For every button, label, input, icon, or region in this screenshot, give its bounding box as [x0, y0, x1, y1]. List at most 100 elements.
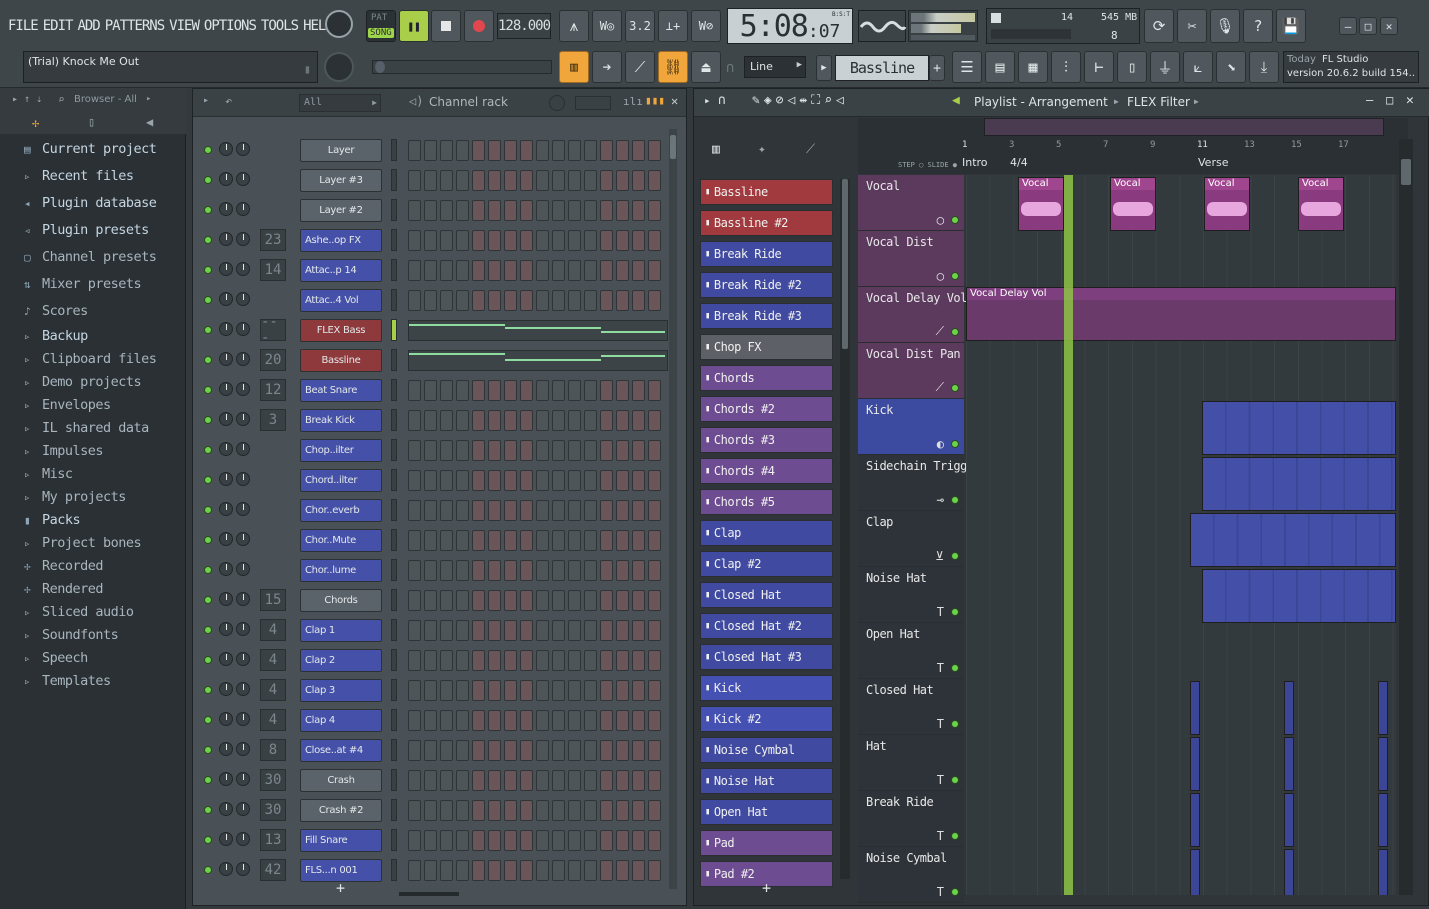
master-pitch-knob[interactable] — [324, 52, 354, 82]
close-icon[interactable]: ✕ — [1406, 93, 1414, 108]
step-buttons[interactable] — [408, 770, 668, 791]
channel-select[interactable] — [391, 649, 397, 671]
pattern-item[interactable]: ▮ Closed Hat — [700, 582, 833, 608]
browser-item[interactable]: ▹ IL shared data — [20, 417, 149, 439]
track-header[interactable]: Kick ◐ — [858, 399, 964, 455]
download-button[interactable]: ⬊ — [1216, 51, 1246, 83]
channel-select[interactable] — [391, 349, 397, 371]
pattern-clip[interactable] — [1202, 569, 1396, 623]
step-buttons[interactable] — [408, 290, 668, 311]
plugin-picker-button[interactable]: ⏚ — [1150, 51, 1180, 83]
volume-knob[interactable] — [236, 862, 250, 876]
pattern-item[interactable]: ▮ Bassline #2 — [700, 210, 833, 236]
channel-name-button[interactable]: Attac..p 14 — [300, 259, 382, 282]
pan-knob[interactable] — [219, 712, 233, 726]
track-header[interactable]: Vocal Delay Vol ⟋ — [858, 287, 967, 343]
browser-item[interactable]: ▹ Templates — [20, 670, 111, 692]
pat-song-switch[interactable]: PAT SONG — [366, 10, 396, 42]
mixer-track-number[interactable]: 30 — [260, 769, 286, 791]
minimize-button[interactable]: – — [1339, 17, 1357, 35]
browser-item[interactable]: ▮ Packs — [20, 509, 81, 531]
channel-select[interactable] — [391, 409, 397, 431]
track-mute-led[interactable] — [951, 384, 959, 392]
channel-mute-led[interactable] — [204, 806, 212, 814]
browser-item[interactable]: ▹ Speech — [20, 647, 88, 669]
channel-select[interactable] — [391, 139, 397, 161]
pattern-item[interactable]: ▮ Pad — [700, 830, 833, 856]
channel-name-button[interactable]: Clap 2 — [300, 649, 382, 672]
channel-name-button[interactable]: Clap 1 — [300, 619, 382, 642]
swing-knob[interactable] — [549, 95, 565, 111]
mixer-track-number[interactable]: 30 — [260, 799, 286, 821]
time-marker[interactable]: 4/4 — [1010, 156, 1028, 169]
cut-button[interactable]: ✂ — [1177, 9, 1207, 43]
automation-clip[interactable]: Vocal Delay Vol — [966, 287, 1396, 341]
rack-menu-icon[interactable]: ▸ — [203, 95, 209, 106]
pan-knob[interactable] — [219, 172, 233, 186]
view-pianoroll-button[interactable]: ▤ — [985, 51, 1015, 83]
step-buttons[interactable] — [408, 830, 668, 851]
headphones-icon[interactable]: ∩ — [718, 93, 726, 108]
channel-mute-led[interactable] — [204, 536, 212, 544]
pan-knob[interactable] — [219, 532, 233, 546]
pan-knob[interactable] — [219, 472, 233, 486]
browser-item[interactable]: ▹ Recent files — [20, 165, 134, 187]
pattern-clip[interactable] — [1378, 737, 1388, 791]
mixer-track-number[interactable] — [260, 139, 286, 161]
loop-recording-button[interactable]: W⊘ — [691, 10, 721, 42]
mixer-track-number[interactable]: 4 — [260, 679, 286, 701]
pattern-item[interactable]: ▮ Clap — [700, 520, 833, 546]
track-header[interactable]: Break Ride T — [858, 791, 964, 847]
ruler[interactable]: 1 3 5 7 9 11 13 15 17 Intro 4/4 Verse — [962, 140, 1390, 172]
channel-mute-led[interactable] — [204, 656, 212, 664]
pan-knob[interactable] — [219, 202, 233, 216]
touch-keyboard-button[interactable]: ⟀ — [1183, 51, 1213, 83]
channel-name-button[interactable]: Break Kick — [300, 409, 382, 432]
track-header[interactable]: Noise Cymbal T — [858, 847, 964, 903]
channel-name-button[interactable]: Chor..lume — [300, 559, 382, 582]
volume-knob[interactable] — [236, 442, 250, 456]
channel-mute-led[interactable] — [204, 236, 212, 244]
track-mute-led[interactable] — [951, 440, 959, 448]
automation-icon[interactable]: ⟋ — [806, 142, 815, 157]
tool-icons[interactable]: ✎◈⊘◁⇹⛶⌕◁ — [752, 93, 848, 108]
pan-knob[interactable] — [219, 742, 233, 756]
channel-select[interactable] — [391, 379, 397, 401]
channel-name-button[interactable]: Chor..Mute — [300, 529, 382, 552]
mixer-track-number[interactable]: 12 — [260, 379, 286, 401]
link-button[interactable]: ⛓ — [658, 51, 688, 83]
track-header[interactable]: Closed Hat T — [858, 679, 964, 735]
channel-name-button[interactable]: Clap 4 — [300, 709, 382, 732]
channel-mute-led[interactable] — [204, 686, 212, 694]
channel-name-button[interactable]: Fill Snare — [300, 829, 382, 852]
pan-knob[interactable] — [219, 292, 233, 306]
volume-knob[interactable] — [236, 712, 250, 726]
master-slider[interactable] — [372, 60, 552, 74]
browser-item[interactable]: ▹ My projects — [20, 486, 126, 508]
mixer-track-number[interactable] — [260, 559, 286, 581]
volume-knob[interactable] — [236, 502, 250, 516]
mixer-track-number[interactable]: 20 — [260, 349, 286, 371]
pan-knob[interactable] — [219, 682, 233, 696]
pan-knob[interactable] — [219, 382, 233, 396]
search-icon[interactable]: ⌕ — [58, 93, 65, 106]
track-mute-led[interactable] — [951, 552, 959, 560]
mixer-track-number[interactable] — [260, 439, 286, 461]
volume-knob[interactable] — [236, 172, 250, 186]
step-buttons[interactable] — [408, 530, 668, 551]
maximize-button[interactable]: □ — [1359, 17, 1377, 35]
minimize-icon[interactable]: – — [1366, 93, 1373, 107]
channel-mute-led[interactable] — [204, 476, 212, 484]
step-buttons[interactable] — [408, 590, 668, 611]
graph-icon[interactable]: ılı — [623, 95, 643, 108]
overview-bar[interactable] — [984, 118, 1384, 136]
volume-knob[interactable] — [236, 322, 250, 336]
pattern-select[interactable]: Bassline — [835, 55, 929, 81]
channel-select[interactable] — [391, 709, 397, 731]
channel-name-button[interactable]: Layer — [300, 139, 382, 162]
piano-icon[interactable]: ▥ — [712, 142, 720, 157]
channel-mute-led[interactable] — [204, 566, 212, 574]
step-buttons[interactable] — [408, 200, 668, 221]
playlist-v-scrollbar[interactable] — [1399, 139, 1413, 895]
mixer-track-number[interactable] — [260, 289, 286, 311]
